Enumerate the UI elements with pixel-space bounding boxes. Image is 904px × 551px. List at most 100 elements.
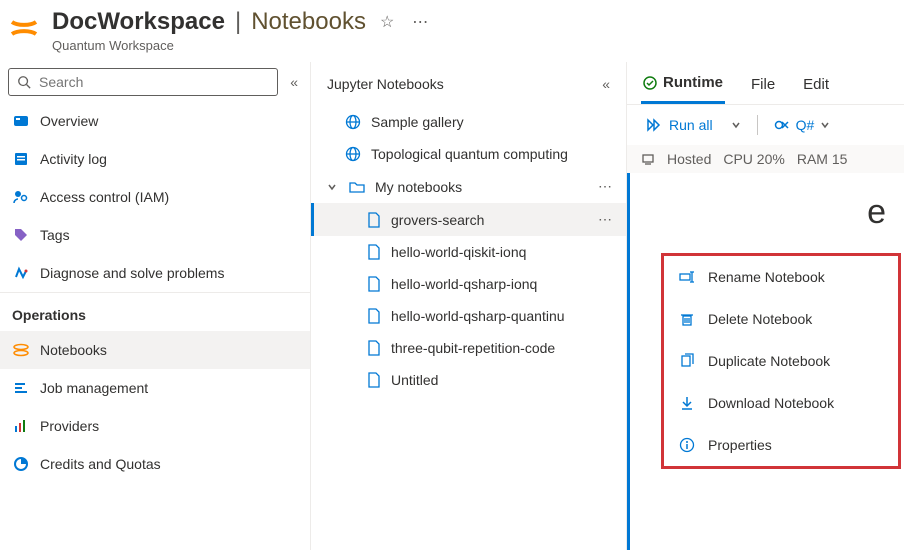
tree-file-hello-qsharp[interactable]: hello-world-qsharp-ionq [311,268,626,300]
tab-label: Edit [803,76,829,93]
status-ram: RAM 15 [797,151,848,167]
tab-label: Runtime [663,74,723,91]
tree-label: Sample gallery [371,114,464,130]
tab-file[interactable]: File [749,70,777,104]
nav-access-control[interactable]: Access control (IAM) [0,178,310,216]
nav-label: Notebooks [40,342,107,358]
nav-activity-log[interactable]: Activity log [0,140,310,178]
kernel-select-button[interactable]: Q# [768,113,837,137]
nav-label: Diagnose and solve problems [40,265,224,281]
credits-icon [12,455,30,473]
ctx-label: Delete Notebook [708,311,812,327]
nav-label: Overview [40,113,98,129]
tree-file-grovers[interactable]: grovers-search ⋯ [311,203,626,236]
tree-label: three-qubit-repetition-code [391,340,555,356]
folder-more-button[interactable]: ⋯ [594,178,616,195]
ctx-duplicate-notebook[interactable]: Duplicate Notebook [664,340,898,382]
nav-label: Activity log [40,151,107,167]
editor-toolbar: Run all Q# [627,105,904,145]
nav-providers[interactable]: Providers [0,407,310,445]
nav-label: Tags [40,227,70,243]
kernel-icon [774,118,790,132]
file-icon [367,212,381,228]
status-bar: Hosted CPU 20% RAM 15 [627,145,904,173]
tree-sample-gallery[interactable]: Sample gallery [311,106,626,138]
chevron-down-icon [327,182,339,192]
cell-indicator [627,173,630,550]
tree-file-hello-qiskit[interactable]: hello-world-qiskit-ionq [311,236,626,268]
ctx-rename-notebook[interactable]: Rename Notebook [664,256,898,298]
ctx-label: Properties [708,437,772,453]
tab-runtime[interactable]: Runtime [641,70,725,104]
nav-label: Access control (IAM) [40,189,169,205]
workspace-title: DocWorkspace [52,8,225,36]
nav-tags[interactable]: Tags [0,216,310,254]
file-icon [367,244,381,260]
check-icon [643,76,657,90]
tab-label: File [751,76,775,93]
run-all-button[interactable]: Run all [641,113,719,137]
tree-label: Topological quantum computing [371,146,568,162]
providers-icon [12,417,30,435]
nav-group-operations: Operations [0,292,310,331]
ctx-label: Download Notebook [708,395,834,411]
tab-edit[interactable]: Edit [801,70,831,104]
globe-icon [345,146,361,162]
tree-label: hello-world-qiskit-ionq [391,244,526,260]
title-separator: | [235,8,241,36]
tree-label: My notebooks [375,179,462,195]
status-hosted: Hosted [667,151,711,167]
button-label: Q# [796,117,815,133]
tree-file-three-qubit[interactable]: three-qubit-repetition-code [311,332,626,364]
search-icon [17,75,31,89]
globe-icon [345,114,361,130]
trash-icon [678,310,696,328]
search-input[interactable] [37,73,269,91]
tree-label: Untitled [391,372,438,388]
chevron-down-icon [731,120,741,130]
nav-overview[interactable]: Overview [0,102,310,140]
file-icon [367,308,381,324]
jobs-icon [12,379,30,397]
file-icon [367,372,381,388]
workspace-subtitle: Quantum Workspace [52,38,892,53]
info-icon [678,436,696,454]
collapse-sidebar-button[interactable]: « [286,70,302,94]
ctx-label: Duplicate Notebook [708,353,830,369]
nav-notebooks[interactable]: Notebooks [0,331,310,369]
cell-text: e [653,187,886,238]
tree-topological[interactable]: Topological quantum computing [311,138,626,170]
overview-icon [12,112,30,130]
file-icon [367,276,381,292]
hosted-icon [641,152,655,166]
nav-diagnose[interactable]: Diagnose and solve problems [0,254,310,292]
chevron-down-icon [820,120,830,130]
folder-icon [349,179,365,195]
nav-job-management[interactable]: Job management [0,369,310,407]
file-more-button[interactable]: ⋯ [594,211,616,228]
nav-group-label: Operations [12,307,86,323]
editor-tabs: Runtime File Edit [627,62,904,105]
notebook-tree: Sample gallery Topological quantum compu… [311,106,626,550]
search-box[interactable] [8,68,278,96]
tree-label: hello-world-qsharp-ionq [391,276,537,292]
header-more-button[interactable]: ⋯ [408,8,432,36]
collapse-notebooks-button[interactable]: « [598,72,614,96]
ctx-delete-notebook[interactable]: Delete Notebook [664,298,898,340]
duplicate-icon [678,352,696,370]
run-all-dropdown[interactable] [725,116,747,134]
tree-file-hello-quantinu[interactable]: hello-world-qsharp-quantinu [311,300,626,332]
play-all-icon [647,118,663,132]
ctx-download-notebook[interactable]: Download Notebook [664,382,898,424]
download-icon [678,394,696,412]
diagnose-icon [12,264,30,282]
status-cpu: CPU 20% [723,151,784,167]
ctx-properties[interactable]: Properties [664,424,898,466]
tree-label: grovers-search [391,212,484,228]
tree-my-notebooks-folder[interactable]: My notebooks ⋯ [311,170,626,203]
rename-icon [678,268,696,286]
toolbar-separator [757,115,758,135]
tree-file-untitled[interactable]: Untitled [311,364,626,396]
favorite-button[interactable]: ☆ [376,8,398,36]
nav-credits-quotas[interactable]: Credits and Quotas [0,445,310,483]
